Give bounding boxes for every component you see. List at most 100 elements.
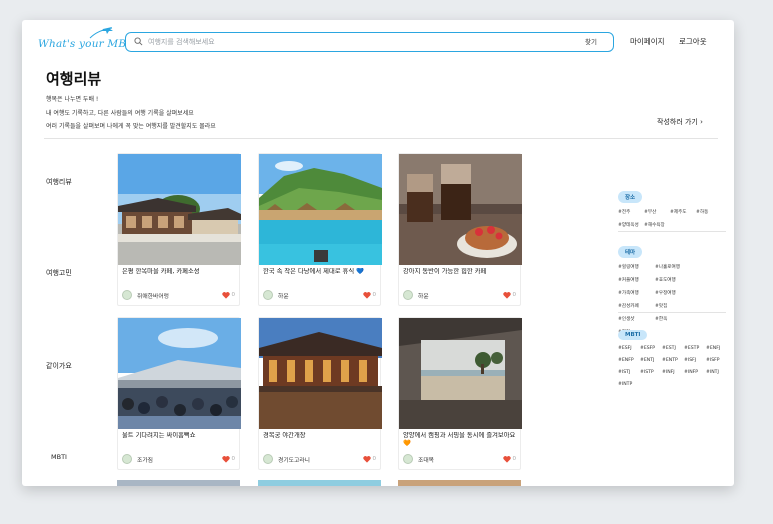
filter-tag[interactable]: #전주 [618, 209, 644, 215]
filter-tag[interactable]: #ESTP [684, 346, 706, 351]
filter-tag[interactable]: #ISTP [640, 370, 662, 375]
page-title: 여행리뷰 [46, 70, 102, 88]
filter-tag[interactable]: #감성카페 [618, 303, 655, 309]
review-card[interactable]: 양양에서 캠핑과 서핑을 동시에 즐겨보아요 🧡 조대목 0 [398, 317, 522, 470]
filter-tag[interactable]: #효도여행 [655, 277, 692, 283]
divider [618, 231, 726, 232]
review-card[interactable]: 은평 한옥마을 카페, 카페소성 쥐애한바어렁 0 [117, 153, 241, 306]
review-card[interactable]: 경복궁 야간개장 경기도고라니 0 [258, 317, 382, 470]
filter-tag[interactable]: #양테옥성 [618, 222, 644, 228]
card-image-concert [118, 318, 241, 429]
filter-tag[interactable]: #하동 [696, 209, 722, 215]
filter-mbti: MBTI #ESFJ #ESFP #ESTJ #ESTP #ENFJ #ENFP #ENTJ… [618, 321, 728, 394]
filter-tag[interactable]: #제주도 [670, 209, 696, 215]
logo[interactable]: What's your MBTI [38, 26, 138, 60]
sidebar-item-review[interactable]: 여행리뷰 [46, 177, 72, 187]
search-input[interactable] [148, 35, 548, 49]
card-author: 하윤 [263, 290, 289, 300]
username: 경기도고라니 [278, 457, 310, 464]
filter-tag[interactable]: #힐링여행 [618, 264, 655, 270]
like-count: 0 [372, 292, 377, 298]
card-title: 한국 속 작은 다낭에서 제대로 휴식 💙 [263, 268, 364, 275]
sidebar-item-mbti[interactable]: MBTI [51, 453, 67, 461]
nav-logout-link[interactable]: 로그아웃 [679, 36, 707, 47]
like-counter[interactable]: 0 [362, 291, 377, 299]
avatar [403, 454, 413, 464]
card-title: 울트 기다려지는 싸이흠뻑쇼 [122, 432, 196, 439]
filter-tag[interactable]: #ISFP [706, 358, 728, 363]
heart-icon [221, 456, 230, 463]
sidebar-item-worries[interactable]: 여행고민 [46, 268, 72, 278]
like-counter[interactable]: 0 [362, 455, 377, 463]
intro-line: 여러 기록들을 살펴보며 나에게 꼭 맞는 여행지를 발견할지도 몰라요 [46, 123, 216, 130]
nav-mypage-link[interactable]: 마이페이지 [630, 36, 665, 47]
card-author: 경기도고라니 [263, 454, 310, 464]
username: 조대목 [418, 457, 434, 464]
filter-tag[interactable]: #ENFJ [706, 346, 728, 351]
filter-tag[interactable]: #ISTJ [618, 370, 640, 375]
search-bar: 찾기 [125, 32, 614, 52]
write-review-link[interactable]: 작성하러 가기 › [657, 117, 703, 127]
filter-tag[interactable]: #ESTJ [662, 346, 684, 351]
card-author: 하윤 [403, 290, 429, 300]
card-title: 은평 한옥마을 카페, 카페소성 [122, 268, 200, 275]
heart-icon [362, 456, 371, 463]
search-icon [134, 37, 143, 46]
like-count: 0 [372, 456, 377, 462]
app-window: What's your MBTI 찾기 마이페이지 로그아웃 여행리뷰 행복은 … [22, 20, 734, 486]
filter-tag[interactable]: #ENTJ [640, 358, 662, 363]
filter-label-theme: 테마 [618, 246, 643, 258]
filter-tag[interactable]: #INTP [618, 382, 640, 387]
filter-tag[interactable]: #ENFP [618, 358, 640, 363]
like-count: 0 [512, 456, 517, 462]
filter-tag[interactable]: #ESFJ [618, 346, 640, 351]
filter-tag[interactable]: #맛집 [655, 303, 692, 309]
like-counter[interactable]: 0 [502, 291, 516, 299]
review-card[interactable]: 한국 속 작은 다낭에서 제대로 휴식 💙 하윤 0 [258, 153, 382, 306]
tag-list: #ESFJ #ESFP #ESTJ #ESTP #ENFJ #ENFP #ENTJ #ENTP… [618, 346, 728, 394]
card-image-palace-night [259, 318, 382, 429]
heart-icon [502, 456, 511, 463]
review-card-partial[interactable] [398, 480, 521, 486]
like-counter[interactable]: 0 [221, 291, 236, 299]
avatar [263, 290, 273, 300]
filter-tag[interactable]: #ESFP [640, 346, 662, 351]
review-card[interactable]: 울트 기다려지는 싸이흠뻑쇼 조가짐 0 [117, 317, 241, 470]
filter-tag[interactable]: #우정여행 [655, 290, 692, 296]
filter-tag[interactable]: #INFJ [662, 370, 684, 375]
username: 쥐애한바어렁 [137, 293, 169, 300]
review-card-partial[interactable] [117, 480, 240, 486]
divider [44, 138, 718, 139]
filter-tag[interactable]: #INTJ [706, 370, 728, 375]
like-counter[interactable]: 0 [221, 455, 236, 463]
search-button[interactable]: 찾기 [585, 36, 597, 46]
like-count: 0 [231, 456, 236, 462]
card-author: 조대목 [403, 454, 434, 464]
filter-tag[interactable]: #나홀로여행 [655, 264, 692, 270]
review-card-partial[interactable] [258, 480, 381, 486]
filter-label-mbti: MBTI [618, 330, 648, 340]
username: 하윤 [278, 293, 289, 300]
heart-icon [502, 292, 511, 299]
filter-tag[interactable]: #ISFJ [684, 358, 706, 363]
filter-label-region: 장소 [618, 191, 643, 203]
card-title: 강아지 동반이 가능한 힙한 카페 [403, 268, 487, 275]
like-counter[interactable]: 0 [502, 455, 517, 463]
avatar [122, 454, 132, 464]
avatar [403, 290, 413, 300]
filter-tag[interactable]: #부산 [644, 209, 670, 215]
filter-tag[interactable]: #INFP [684, 370, 706, 375]
filter-tag[interactable]: #커플여행 [618, 277, 655, 283]
filter-tag[interactable]: #ENTP [662, 358, 684, 363]
card-title: 양양에서 캠핑과 서핑을 동시에 즐겨보아요 🧡 [403, 432, 516, 447]
divider [618, 312, 726, 313]
like-count: 0 [231, 292, 236, 298]
filter-tag[interactable]: #가족여행 [618, 290, 655, 296]
card-image-hanok-cafe [118, 154, 241, 265]
filter-tag[interactable]: #해수욕장 [644, 222, 670, 228]
card-image-pool-resort [259, 154, 382, 265]
avatar [122, 290, 132, 300]
review-card[interactable]: 강아지 동반이 가능한 힙한 카페 하윤 0 [398, 153, 522, 306]
logo-text: What's your MBTI [38, 38, 138, 50]
sidebar-item-together[interactable]: 같이가요 [46, 361, 72, 371]
